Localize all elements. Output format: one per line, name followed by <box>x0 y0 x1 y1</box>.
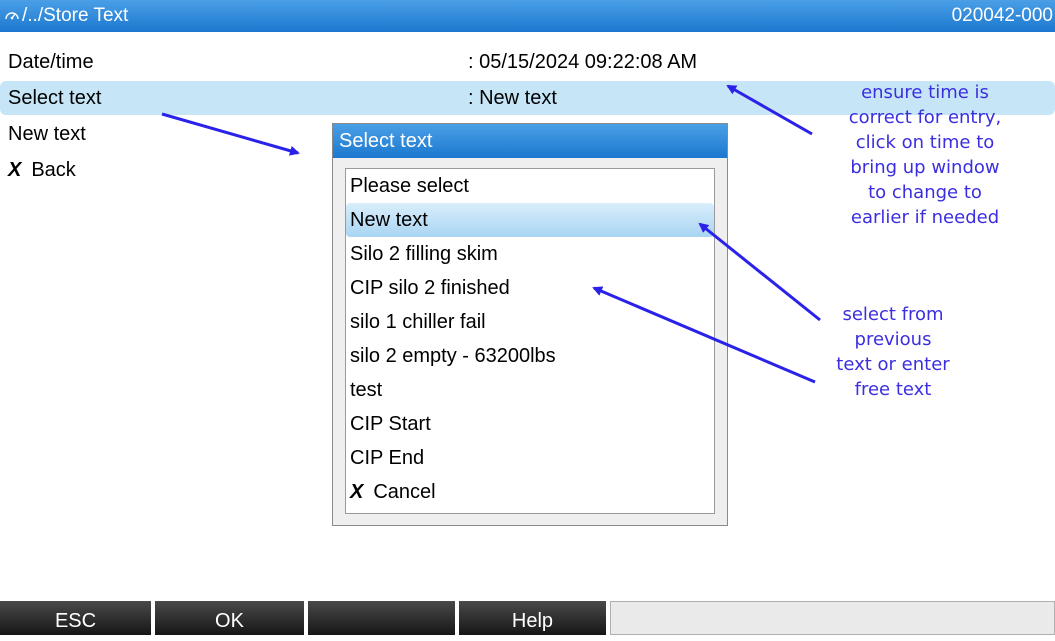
annotation-line: select from <box>842 304 944 325</box>
list-item[interactable]: Silo 2 filling skim <box>346 237 714 271</box>
annotation-line: previous <box>854 329 932 350</box>
select-text-value[interactable]: : New text <box>468 81 557 115</box>
breadcrumb-path: /../Store Text <box>22 5 129 26</box>
esc-button[interactable]: ESC <box>0 601 153 635</box>
device-id: 020042-000 <box>951 5 1053 26</box>
annotation-line: free text <box>854 379 932 400</box>
dialog-title: Select text <box>333 124 727 158</box>
datetime-row[interactable]: Date/time : 05/15/2024 09:22:08 AM <box>0 45 1055 79</box>
new-text-label: New text <box>8 123 86 145</box>
annotation-line: correct for entry, <box>848 107 1002 128</box>
back-row[interactable]: X Back <box>0 153 330 187</box>
cancel-label: Cancel <box>373 481 436 503</box>
softkey-empty-area <box>610 601 1055 635</box>
gauge-icon <box>5 12 19 20</box>
annotation-line: bring up window <box>850 157 1000 178</box>
list-item[interactable]: test <box>346 373 714 407</box>
back-label: Back <box>31 159 76 181</box>
list-item[interactable]: CIP End <box>346 441 714 475</box>
back-x-icon: X <box>8 159 22 181</box>
annotation-line: to change to <box>868 182 982 203</box>
list-item[interactable]: Please select <box>346 169 714 203</box>
new-text-row[interactable]: New text <box>0 117 330 151</box>
cancel-item[interactable]: X Cancel <box>346 475 714 509</box>
list-item[interactable]: CIP silo 2 finished <box>346 271 714 305</box>
annotation-line: click on time to <box>855 132 995 153</box>
datetime-label: Date/time <box>8 51 94 73</box>
blank-button[interactable] <box>308 601 457 635</box>
annotation-time: ensure time is correct for entry, click … <box>815 80 1035 230</box>
datetime-value[interactable]: : 05/15/2024 09:22:08 AM <box>468 45 697 79</box>
annotation-select: select from previous text or enter free … <box>808 302 978 402</box>
select-text-list[interactable]: Please select New text Silo 2 filling sk… <box>345 168 715 514</box>
list-item-selected[interactable]: New text <box>346 203 714 237</box>
ok-button[interactable]: OK <box>155 601 306 635</box>
select-text-label: Select text <box>8 87 102 109</box>
annotation-line: earlier if needed <box>850 207 1000 228</box>
softkey-bar: ESC OK Help <box>0 601 1055 635</box>
cancel-x-icon: X <box>350 481 364 503</box>
annotation-line: text or enter <box>836 354 950 375</box>
select-text-dialog: Select text Please select New text Silo … <box>332 123 728 526</box>
annotation-line: ensure time is <box>861 82 989 103</box>
breadcrumb[interactable]: /../Store Text <box>4 5 128 27</box>
list-item[interactable]: silo 2 empty - 63200lbs <box>346 339 714 373</box>
title-bar: /../Store Text 020042-000 <box>0 0 1055 32</box>
list-item[interactable]: silo 1 chiller fail <box>346 305 714 339</box>
list-item[interactable]: CIP Start <box>346 407 714 441</box>
help-button[interactable]: Help <box>459 601 608 635</box>
